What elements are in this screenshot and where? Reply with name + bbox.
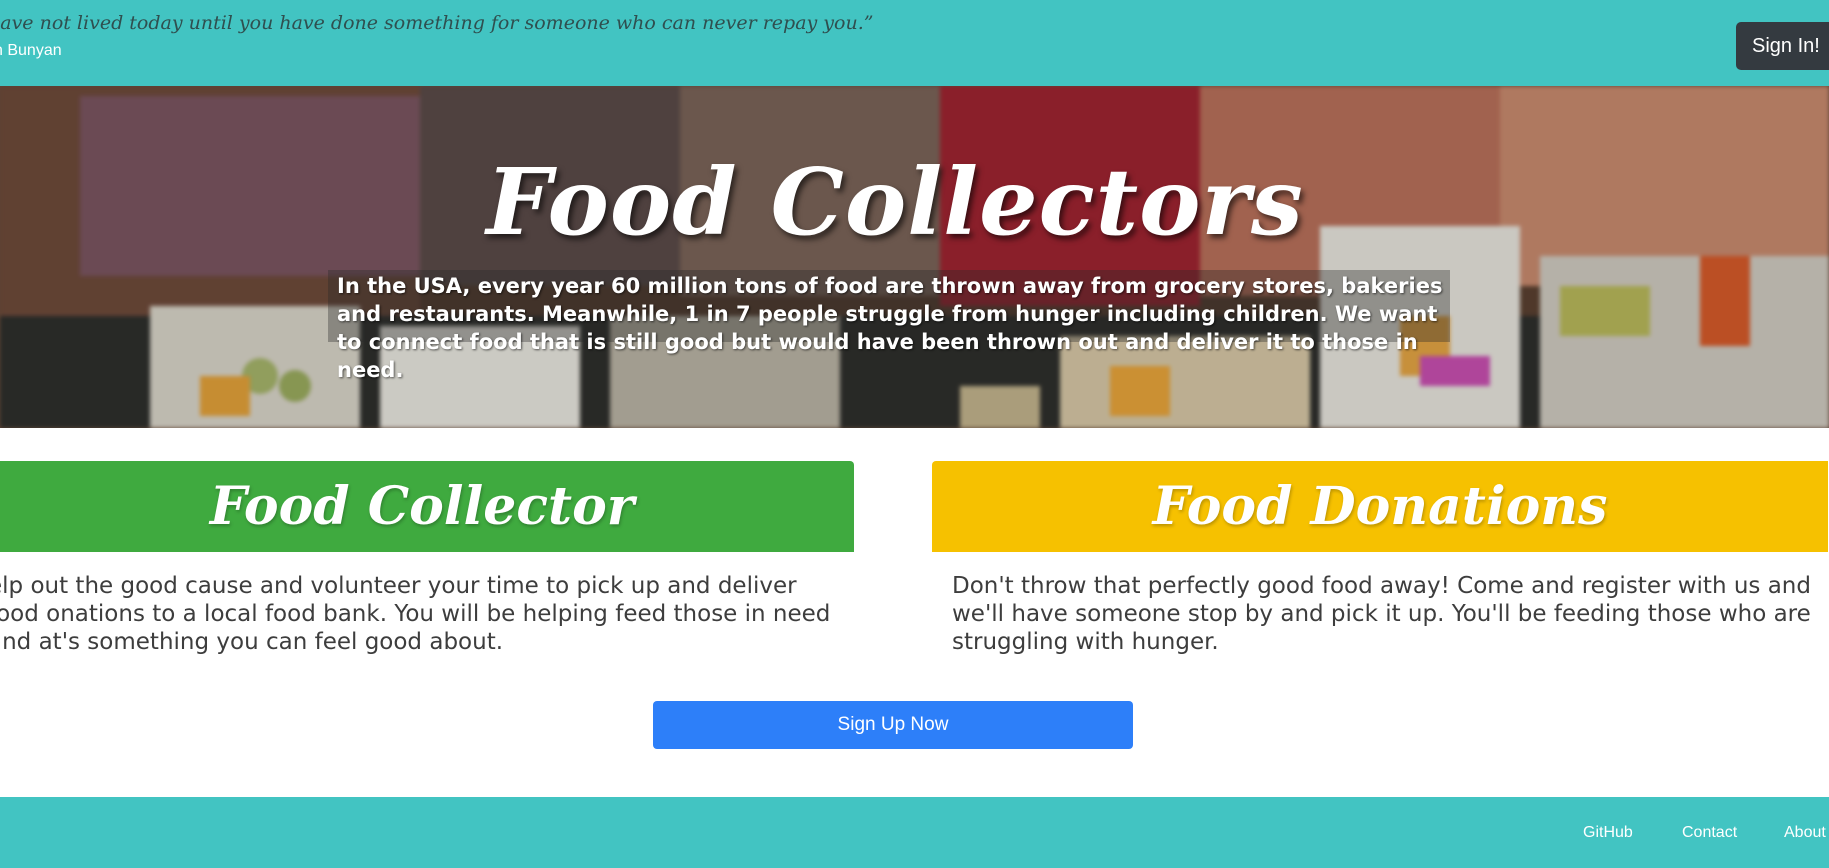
top-bar: have not lived today until you have done… <box>0 0 1829 86</box>
sign-in-button[interactable]: Sign In! <box>1736 22 1829 70</box>
hero-banner: Food Collectors In the USA, every year 6… <box>0 86 1829 428</box>
hero-title: Food Collectors <box>486 148 1304 256</box>
hero-description: In the USA, every year 60 million tons o… <box>337 274 1443 382</box>
footer: GitHub Contact About <box>0 797 1829 868</box>
footer-link-github[interactable]: GitHub <box>1583 824 1633 842</box>
food-collector-card-body: elp out the good cause and volunteer you… <box>0 573 831 655</box>
food-donations-card-header: Food Donations <box>932 461 1828 552</box>
page: have not lived today until you have done… <box>0 0 1829 868</box>
sign-up-button[interactable]: Sign Up Now <box>653 701 1133 749</box>
footer-link-about[interactable]: About <box>1784 824 1826 842</box>
food-collector-card-header: Food Collector <box>0 461 854 552</box>
quote-author: n Bunyan <box>0 42 62 59</box>
quote-text: have not lived today until you have done… <box>0 12 874 34</box>
footer-link-contact[interactable]: Contact <box>1682 824 1737 842</box>
food-donations-card-body: Don't throw that perfectly good food awa… <box>952 573 1811 655</box>
